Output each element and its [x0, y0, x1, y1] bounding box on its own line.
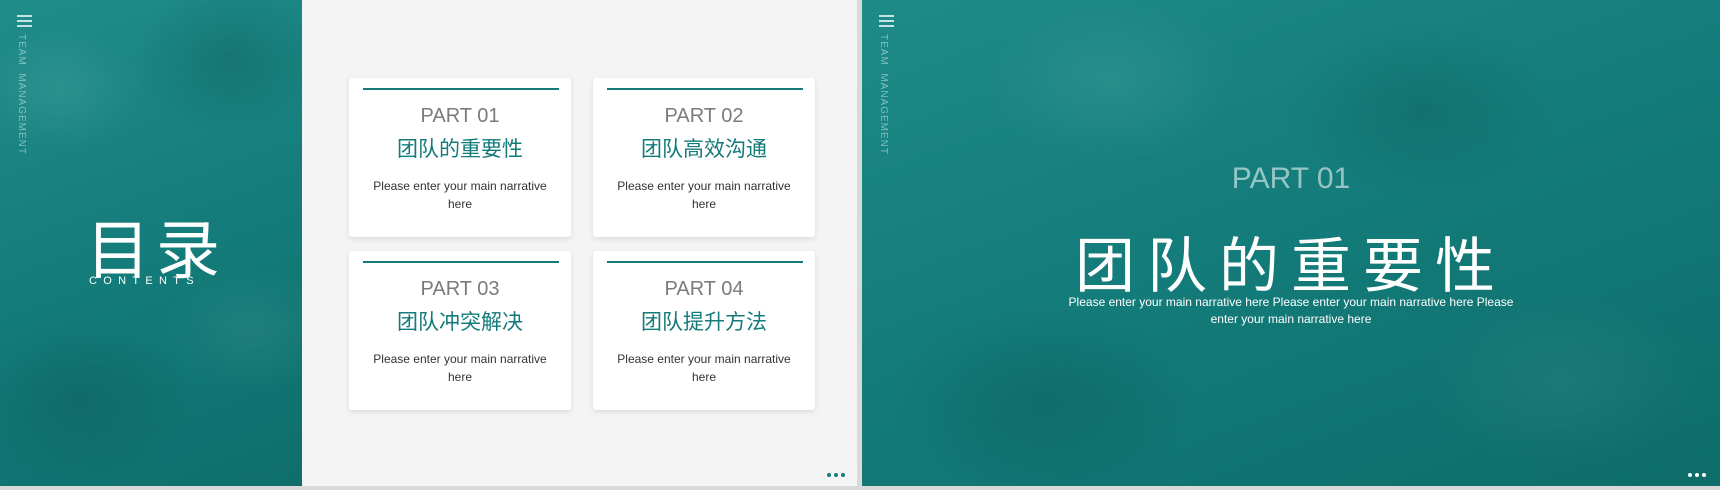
card-description: Please enter your main narrative here [373, 352, 547, 384]
section-part-label: PART 01 [1231, 162, 1351, 195]
card-description: Please enter your main narrative here [373, 179, 547, 211]
side-vertical-label: TEAM MANAGEMENT [878, 34, 889, 156]
card-description: Please enter your main narrative here [617, 179, 791, 211]
card-title: 团队高效沟通 [641, 137, 767, 161]
contents-slide[interactable]: TEAM MANAGEMENT 目录 CONTENTS PART 01 团队的重… [0, 0, 857, 486]
contents-subtitle: CONTENTS [89, 275, 200, 287]
card-part-label: PART 02 [664, 105, 744, 127]
card-rule [607, 88, 803, 90]
contents-card-1[interactable]: PART 01 团队的重要性 Please enter your main na… [349, 78, 571, 237]
section-slide[interactable]: TEAM MANAGEMENT PART 01 团队的重要性 Please en… [862, 0, 1720, 486]
more-dots-icon[interactable] [827, 473, 845, 477]
hamburger-menu-icon[interactable] [879, 15, 894, 27]
contents-card-2[interactable]: PART 02 团队高效沟通 Please enter your main na… [593, 78, 815, 237]
card-description: Please enter your main narrative here [617, 352, 791, 384]
teal-photo-panel: TEAM MANAGEMENT 目录 CONTENTS [0, 0, 302, 486]
card-rule [363, 88, 559, 90]
slide-stage: TEAM MANAGEMENT 目录 CONTENTS PART 01 团队的重… [0, 0, 1720, 490]
contents-card-4[interactable]: PART 04 团队提升方法 Please enter your main na… [593, 251, 815, 410]
card-rule [363, 261, 559, 263]
section-title: 团队的重要性 [1075, 232, 1507, 302]
hamburger-menu-icon[interactable] [17, 15, 32, 27]
contents-card-3[interactable]: PART 03 团队冲突解决 Please enter your main na… [349, 251, 571, 410]
card-title: 团队的重要性 [397, 137, 523, 161]
card-part-label: PART 03 [420, 278, 500, 300]
card-part-label: PART 04 [664, 278, 744, 300]
section-description: Please enter your main narrative here Pl… [1068, 295, 1514, 326]
side-vertical-label: TEAM MANAGEMENT [16, 34, 27, 156]
card-rule [607, 261, 803, 263]
more-dots-icon[interactable] [1688, 473, 1706, 477]
card-title: 团队冲突解决 [397, 310, 523, 334]
card-part-label: PART 01 [420, 105, 500, 127]
card-title: 团队提升方法 [641, 310, 767, 334]
